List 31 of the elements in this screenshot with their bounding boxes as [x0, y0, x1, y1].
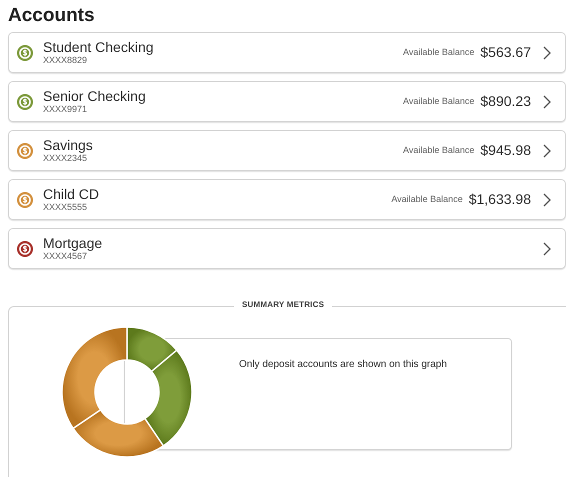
chevron-right-icon [543, 46, 551, 60]
account-name: Child CD [43, 187, 100, 201]
graph-note: Only deposit accounts are shown on this graph [239, 358, 447, 372]
chevron-right-icon [543, 242, 551, 256]
account-number: XXXX2345 [43, 154, 88, 163]
balance-amount: $890.23 [480, 92, 531, 111]
account-number: XXXX5555 [43, 203, 88, 212]
account-name: Mortgage [43, 236, 102, 250]
balance-label: Available Balance [391, 192, 463, 206]
balance-amount: $945.98 [480, 141, 531, 160]
chevron-right-icon [543, 94, 551, 108]
account-name: Savings [43, 138, 93, 152]
balance-label: Available Balance [403, 144, 474, 157]
account-number: XXXX4567 [43, 252, 88, 261]
account-row[interactable]: Student Checking XXXX8829 Available Balance $563.67 [8, 32, 566, 73]
balance-label: Available Balance [403, 46, 474, 59]
account-number: XXXX8829 [43, 56, 88, 65]
account-row[interactable]: Mortgage XXXX4567 [8, 228, 566, 269]
account-name: Senior Checking [43, 89, 146, 103]
chevron-right-icon [543, 144, 551, 158]
page-title: Accounts [8, 4, 96, 28]
balance-amount: $563.67 [480, 43, 531, 62]
account-name: Student Checking [43, 40, 154, 54]
chevron-right-icon [543, 192, 551, 206]
balance-amount: $1,633.98 [468, 190, 531, 209]
account-row[interactable]: Senior Checking XXXX9971 Available Balance $890.23 [8, 81, 566, 122]
balance-label: Available Balance [403, 94, 474, 108]
account-row[interactable]: Child CD XXXX5555 Available Balance $1,633.98 [8, 179, 566, 220]
account-number: XXXX9971 [43, 105, 88, 114]
summary-title: SUMMARY METRICS [234, 301, 332, 309]
account-row[interactable]: Savings XXXX2345 Available Balance $945.98 [8, 130, 566, 171]
